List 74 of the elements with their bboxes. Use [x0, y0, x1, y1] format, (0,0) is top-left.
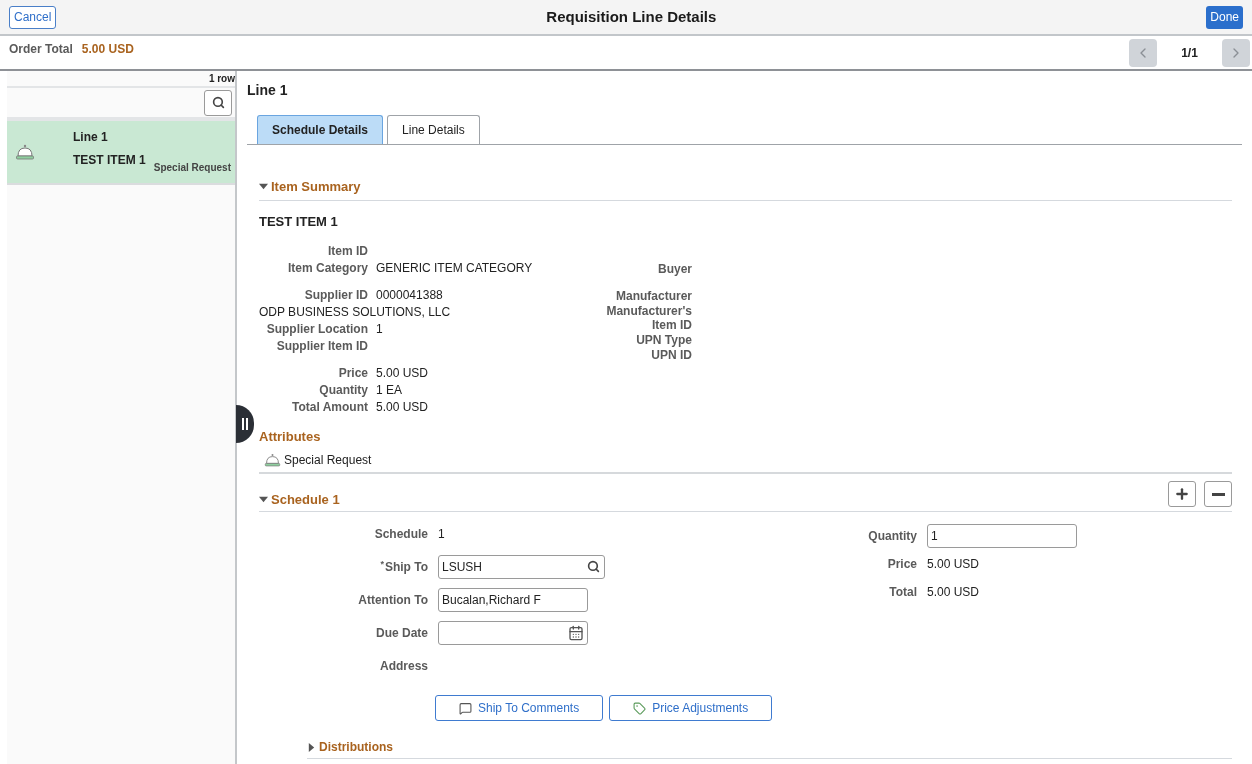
page-counter: 1/1: [1180, 45, 1199, 62]
supplier-name: ODP BUSINESS SOLUTIONS, LLC: [259, 305, 452, 319]
page-title: Requisition Line Details: [546, 6, 717, 27]
search-icon: [211, 96, 225, 109]
field-label: Schedule: [373, 526, 428, 543]
field-value: 5.00 USD: [376, 366, 429, 380]
adjustments-button[interactable]: Price Adjustments: [609, 695, 773, 721]
lookup-field[interactable]: LSUSH: [438, 555, 605, 579]
attributes-heading: Attributes: [259, 428, 322, 446]
tab[interactable]: Line Details: [387, 115, 480, 144]
text-field[interactable]: Bucalan,Richard F: [438, 588, 588, 612]
caret-right-icon[interactable]: [307, 742, 316, 752]
plus-icon: [1174, 486, 1190, 503]
item-title: TEST ITEM 1: [259, 212, 339, 231]
splitter-handle[interactable]: [236, 405, 254, 443]
order-total-label: Order Total: [9, 41, 73, 58]
required-mark: *: [380, 558, 384, 571]
bell-icon: [264, 452, 281, 467]
field-label: Address: [378, 658, 428, 675]
field-label: Total Amount: [291, 400, 368, 414]
comment-icon: [459, 701, 472, 715]
field-label: Price: [886, 556, 917, 573]
field-label: Item ID: [327, 244, 368, 258]
field-label: Supplier Location: [265, 322, 368, 336]
attribute-label: Special Request: [284, 451, 372, 469]
field-label: UPN Type: [635, 333, 692, 347]
field-label: Due Date: [375, 625, 428, 642]
field-value: 1 EA: [376, 383, 402, 397]
line-number: Line 1: [73, 129, 109, 146]
bell-icon: [15, 144, 35, 160]
tag-icon: [633, 701, 647, 715]
search-icon[interactable]: [587, 560, 600, 573]
line-list-item[interactable]: Line 1 TEST ITEM 1 Special Request: [7, 121, 235, 185]
field-label: Attention To: [357, 592, 428, 609]
minus-icon: [1211, 492, 1225, 496]
section-heading[interactable]: Item Summary: [271, 177, 361, 197]
done-button[interactable]: Done: [1206, 5, 1243, 29]
field-label: Manufacturer's Item ID: [605, 304, 692, 332]
section-heading[interactable]: Distributions: [319, 738, 393, 756]
row-count: 1 row: [208, 72, 235, 86]
text-field[interactable]: 1: [927, 524, 1077, 548]
item-tag: Special Request: [153, 160, 231, 175]
remove-button[interactable]: [1204, 481, 1232, 508]
field-label: Buyer: [657, 262, 692, 276]
item-name: TEST ITEM 1: [73, 152, 146, 169]
add-button[interactable]: [1168, 481, 1196, 508]
calendar-icon[interactable]: [568, 625, 584, 641]
field-value: 1: [438, 526, 445, 543]
caret-down-icon[interactable]: [259, 182, 268, 192]
field-label: Quantity: [318, 383, 368, 397]
field-label: Manufacturer: [615, 289, 692, 303]
order-total-value: 5.00 USD: [81, 41, 134, 58]
field-value: GENERIC ITEM CATEGORY: [376, 261, 533, 275]
field-label: Quantity: [867, 528, 917, 545]
field-label: Total: [888, 584, 917, 601]
field-label: Supplier ID: [303, 288, 368, 302]
field-label: Ship To: [384, 559, 428, 576]
field-value: 5.00 USD: [927, 584, 980, 601]
field-value: 5.00 USD: [927, 556, 980, 573]
caret-down-icon[interactable]: [259, 494, 268, 504]
tab[interactable]: Schedule Details: [257, 115, 384, 144]
date-field[interactable]: [438, 621, 588, 645]
cancel-button[interactable]: Cancel: [9, 5, 57, 29]
field-value: 1: [376, 322, 383, 336]
field-label: Item Category: [286, 261, 368, 275]
field-value: 5.00 USD: [376, 400, 429, 414]
field-label: UPN ID: [650, 348, 692, 362]
comments-button[interactable]: Ship To Comments: [435, 695, 604, 721]
field-label: Price: [337, 366, 368, 380]
field-value: 0000041388: [376, 288, 443, 302]
field-label: Supplier Item ID: [275, 339, 368, 353]
search-button[interactable]: [204, 89, 232, 116]
line-title: Line 1: [247, 81, 289, 100]
section-heading[interactable]: Schedule 1: [271, 489, 340, 509]
